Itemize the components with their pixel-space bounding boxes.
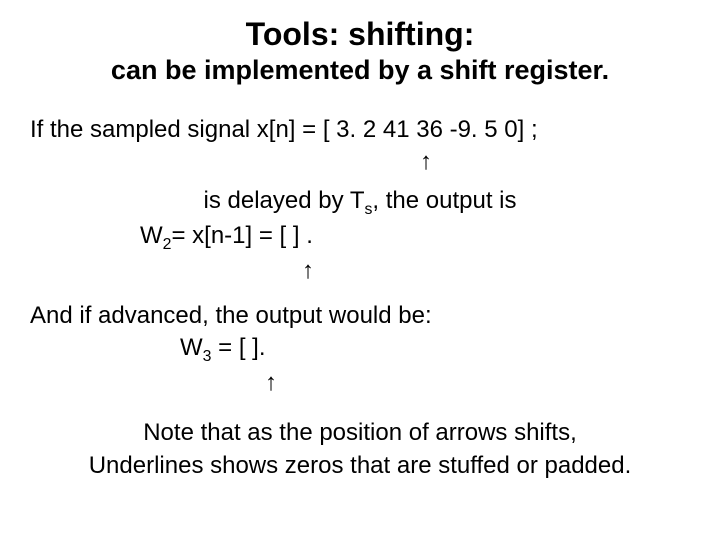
slide: Tools: shifting: can be implemented by a… [0,0,720,540]
up-arrow-icon: ↑ [420,146,690,178]
text-segment: W [140,222,163,249]
text-segment: is delayed by T [204,187,365,214]
body-line-4: And if advanced, the output would be: [30,300,690,332]
body-line-3: W2= x[n-1] = [ ] . [140,220,690,255]
body-line-1: If the sampled signal x[n] = [ 3. 2 41 3… [30,114,690,146]
text-segment: , the output is [372,187,516,214]
title-heading: Tools: shifting: [30,16,690,53]
text-segment: W [180,334,203,361]
text-segment: = [ ]. [211,334,265,361]
body-line-6: Note that as the position of arrows shif… [30,417,690,449]
subtitle-heading: can be implemented by a shift register. [30,55,690,86]
up-arrow-icon: ↑ [265,367,690,399]
up-arrow-icon: ↑ [302,255,690,287]
body-line-5: W3 = [ ]. [180,332,690,367]
text-segment: = x[n-1] = [ ] . [171,222,312,249]
body-line-2: is delayed by Ts, the output is [30,185,690,220]
body-line-7: Underlines shows zeros that are stuffed … [30,450,690,482]
